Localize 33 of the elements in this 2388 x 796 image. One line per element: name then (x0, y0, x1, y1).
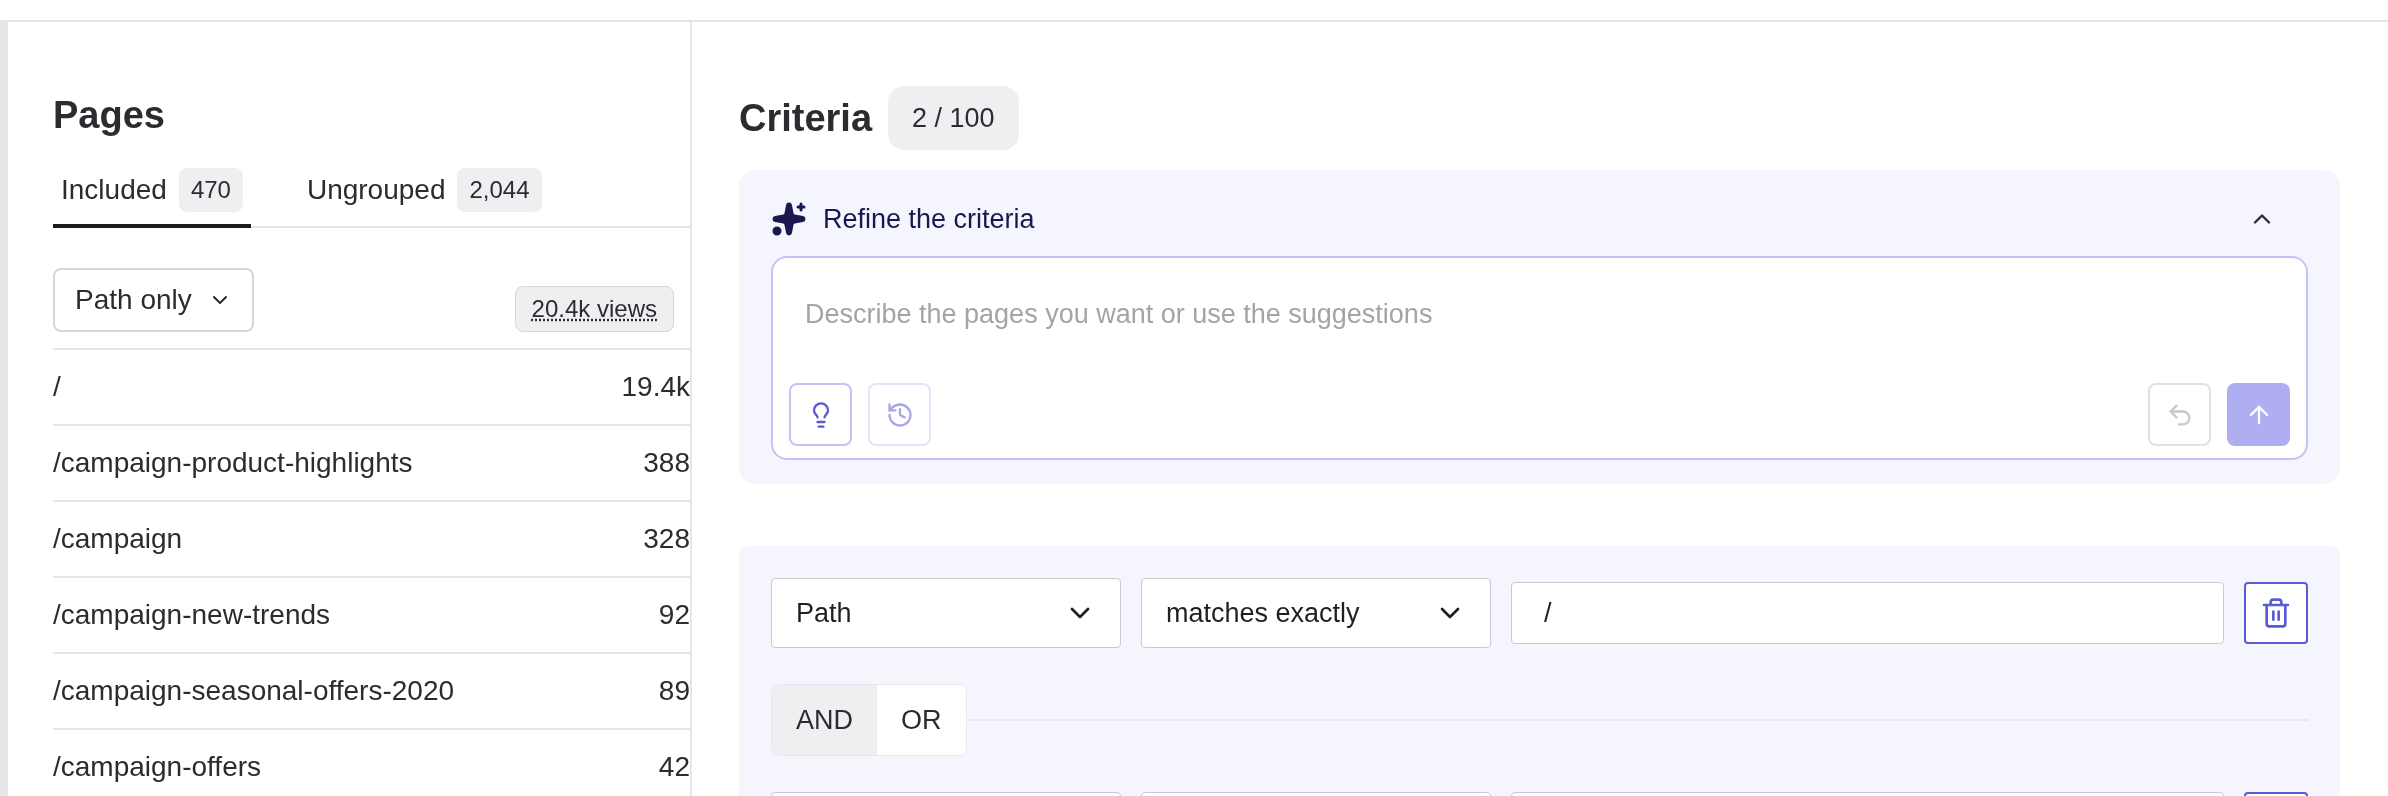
prompt-field[interactable]: Describe the pages you want or use the suggestions (789, 294, 2290, 335)
page-path: /campaign-new-trends (53, 598, 331, 632)
count-badge: 2,044 (457, 168, 542, 212)
views-badge: 20.4k views (514, 286, 674, 332)
sparkle-icon (771, 201, 807, 237)
trash-icon (2260, 597, 2292, 629)
tab[interactable]: Included 470 (53, 168, 251, 228)
refine-title: Refine the criteria (823, 202, 1035, 236)
page-path: /campaign (53, 522, 183, 556)
operator-select[interactable]: matches exactly (1141, 578, 1491, 648)
field-select[interactable]: Path (771, 578, 1121, 648)
view-count: 328 (643, 522, 690, 556)
view-count: 388 (643, 446, 690, 480)
tab[interactable]: Ungrouped 2,044 (298, 168, 550, 228)
value-field[interactable]: / (1511, 582, 2224, 644)
page-path: /campaign-seasonal-offers-2020 (53, 674, 455, 708)
page-path: / (53, 370, 61, 404)
pages-title: Pages (53, 93, 166, 138)
prompt-box[interactable]: Describe the pages you want or use the suggestions (771, 256, 2308, 460)
delete-button[interactable] (2244, 582, 2308, 644)
view-count: 42 (658, 750, 690, 784)
criteria-title: Criteria (739, 95, 873, 141)
count-badge: 2 / 100 (888, 85, 1019, 151)
view-count: 92 (658, 598, 690, 632)
count-badge: 470 (178, 168, 243, 212)
history-icon (885, 400, 914, 429)
view-count: 89 (658, 674, 690, 708)
view-count: 19.4k (621, 370, 690, 404)
logic-option[interactable]: AND (772, 685, 877, 755)
suggestions-button[interactable] (789, 383, 852, 446)
page-path: /campaign-offers (53, 750, 262, 784)
filter-dropdown[interactable]: Path only (53, 268, 254, 332)
page-path: /campaign-product-highlights (53, 446, 413, 480)
